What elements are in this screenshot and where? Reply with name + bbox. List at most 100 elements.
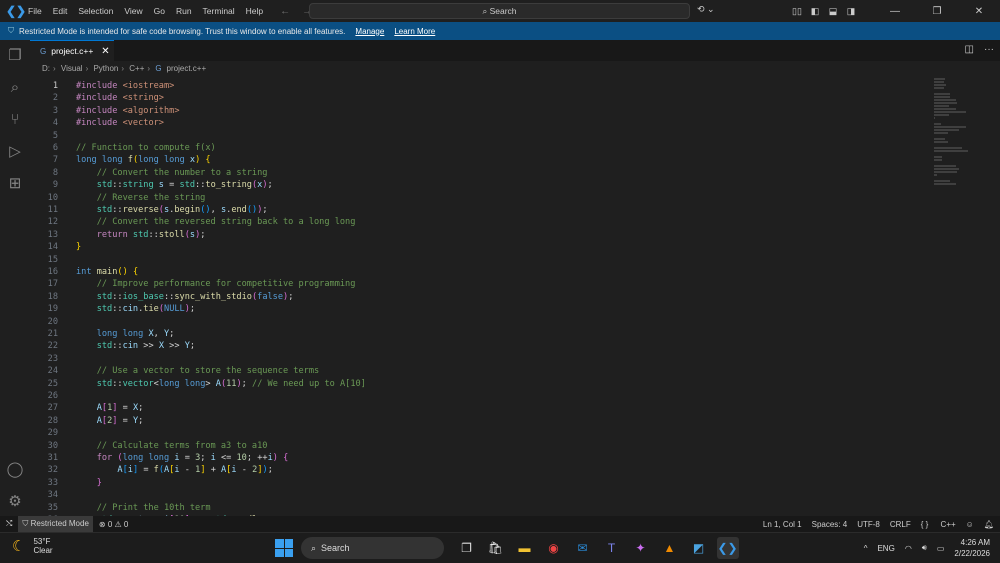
code-token: +	[205, 465, 222, 476]
code-token: main	[96, 267, 118, 277]
code-token: #include	[76, 93, 123, 104]
menu-help[interactable]: Help	[246, 6, 263, 16]
code-token: ::	[148, 229, 159, 240]
photos-icon[interactable]: ◩	[688, 537, 710, 559]
code-line: }	[76, 242, 81, 252]
breadcrumb-item[interactable]: Visual	[61, 64, 83, 73]
minimap[interactable]	[930, 77, 990, 185]
code-token: ::	[112, 304, 123, 315]
chrome-icon[interactable]: ◉	[543, 537, 565, 559]
taskbar-search[interactable]: ⌕ Search	[301, 537, 444, 559]
code-token: // Convert the reversed string back to a…	[76, 217, 356, 228]
code-line: // Print the 10th term	[76, 503, 211, 513]
code-token: ;	[189, 304, 196, 315]
line-number: 25	[47, 378, 58, 389]
notifications-bell-icon[interactable]: 🔔︎	[984, 520, 994, 529]
cursor-position[interactable]: Ln 1, Col 1	[763, 520, 802, 529]
show-hidden-icons-icon[interactable]: ^	[864, 544, 868, 553]
split-editor-icon[interactable]: ◫	[965, 44, 974, 55]
menu-selection[interactable]: Selection	[78, 6, 113, 16]
code-token: false	[257, 291, 284, 302]
vlc-icon[interactable]: ▲	[659, 537, 681, 559]
line-number: 30	[47, 440, 58, 451]
breadcrumb-item[interactable]: Python	[93, 64, 118, 73]
code-line: std::vector<long long> A(11); // We need…	[76, 379, 366, 389]
toggle-panel-icon[interactable]: ⬓	[826, 6, 840, 17]
language-mode[interactable]: { } C++	[921, 520, 956, 529]
minimize-button[interactable]: —	[876, 6, 914, 17]
code-line: std::reverse(s.begin(), s.end());	[76, 205, 268, 215]
source-control-icon[interactable]: ⑂	[0, 104, 30, 136]
outlook-icon[interactable]: ✉	[572, 537, 594, 559]
minimap-line	[934, 111, 967, 113]
code-token: {	[127, 267, 139, 277]
code-token: reverse	[122, 205, 159, 215]
code-token: NULL	[164, 304, 185, 315]
copilot-status-icon[interactable]: ☺	[966, 520, 974, 529]
breadcrumb-item[interactable]: C++	[129, 64, 144, 73]
task-view-icon[interactable]: ❐	[456, 537, 478, 559]
tab-project-cpp[interactable]: G project.c++ ✕	[30, 40, 114, 61]
restricted-mode-indicator[interactable]: ⛉ Restricted Mode	[18, 516, 93, 532]
menu-view[interactable]: View	[124, 6, 142, 16]
code-token: >	[205, 378, 216, 389]
breadcrumb-item[interactable]: D:	[42, 64, 50, 73]
wifi-icon[interactable]: ◠	[905, 544, 912, 553]
vscode-taskbar-icon[interactable]: ❮❯	[716, 537, 739, 559]
code-token: std	[76, 341, 113, 352]
remote-icon[interactable]: ⤭	[6, 519, 12, 529]
close-button[interactable]: ✕	[960, 6, 998, 17]
menu-edit[interactable]: Edit	[53, 6, 68, 16]
breadcrumb-item[interactable]: project.c++	[167, 64, 207, 73]
battery-icon[interactable]: ▭	[937, 544, 945, 553]
toggle-primary-sidebar-icon[interactable]: ◧	[808, 6, 822, 17]
minimap-line	[934, 168, 959, 170]
extensions-icon[interactable]: ⊞	[0, 168, 30, 200]
back-arrow-icon[interactable]: ←	[280, 6, 290, 17]
weather-widget[interactable]: ☾ 53°F Clear	[12, 537, 53, 555]
teams-icon[interactable]: T	[601, 537, 623, 559]
input-language[interactable]: ENG	[877, 544, 894, 553]
explorer-icon[interactable]: ❐	[0, 40, 30, 72]
code-line: std::string s = std::to_string(x);	[76, 180, 273, 190]
menu-file[interactable]: File	[28, 6, 42, 16]
code-editor[interactable]: 1 #include <iostream> 2 #include <string> 3 #…	[30, 77, 930, 516]
menu-go[interactable]: Go	[154, 6, 165, 16]
menu-terminal[interactable]: Terminal	[203, 6, 235, 16]
settings-gear-icon[interactable]: ⚙	[0, 486, 30, 518]
line-number: 31	[47, 453, 58, 463]
accounts-icon[interactable]: ◯	[0, 454, 30, 486]
run-debug-icon[interactable]: ▷	[0, 136, 30, 168]
customize-layout-icon[interactable]: ▯▯	[790, 6, 804, 17]
code-token: // Convert the number to a string	[76, 167, 268, 178]
code-line: return std::stoll(s);	[76, 229, 206, 240]
store-icon[interactable]: 🛍︎	[485, 537, 507, 559]
manage-link[interactable]: Manage	[355, 27, 384, 36]
learn-more-link[interactable]: Learn More	[394, 27, 435, 36]
volume-icon[interactable]: 🔊︎	[922, 543, 927, 553]
copilot-button[interactable]: ⟲ ⌄	[697, 4, 729, 18]
problems-indicator[interactable]: ⊗ 0 ⚠ 0	[99, 520, 128, 529]
status-bar: ⤭ ⛉ Restricted Mode ⊗ 0 ⚠ 0 Ln 1, Col 1 …	[0, 516, 1000, 532]
copilot-app-icon[interactable]: ✦	[630, 537, 652, 559]
editor-scrollbar[interactable]	[990, 77, 1000, 516]
close-tab-icon[interactable]: ✕	[101, 46, 109, 57]
search-label: Search	[321, 543, 350, 553]
command-center-search[interactable]: ⌕ Search	[309, 3, 690, 19]
line-ending[interactable]: CRLF	[890, 520, 911, 529]
clock[interactable]: 4:26 AM 2/22/2026	[954, 537, 990, 559]
search-icon[interactable]: ⌕	[0, 72, 30, 104]
activity-bar: ❐ ⌕ ⑂ ▷ ⊞ ◯ ⚙	[0, 40, 30, 516]
file-explorer-icon[interactable]: ▬	[514, 537, 536, 559]
code-token: begin	[174, 205, 201, 215]
windows-start-icon[interactable]	[275, 539, 293, 557]
indentation[interactable]: Spaces: 4	[812, 520, 848, 529]
menu-run[interactable]: Run	[176, 6, 192, 16]
encoding[interactable]: UTF-8	[857, 520, 880, 529]
toggle-secondary-sidebar-icon[interactable]: ◨	[844, 6, 858, 17]
code-token: =	[117, 415, 133, 426]
restore-button[interactable]: ❐	[918, 6, 956, 17]
minimap-line	[934, 102, 957, 104]
code-line: std::cin.tie(NULL);	[76, 304, 195, 314]
more-actions-icon[interactable]: ···	[984, 44, 994, 55]
